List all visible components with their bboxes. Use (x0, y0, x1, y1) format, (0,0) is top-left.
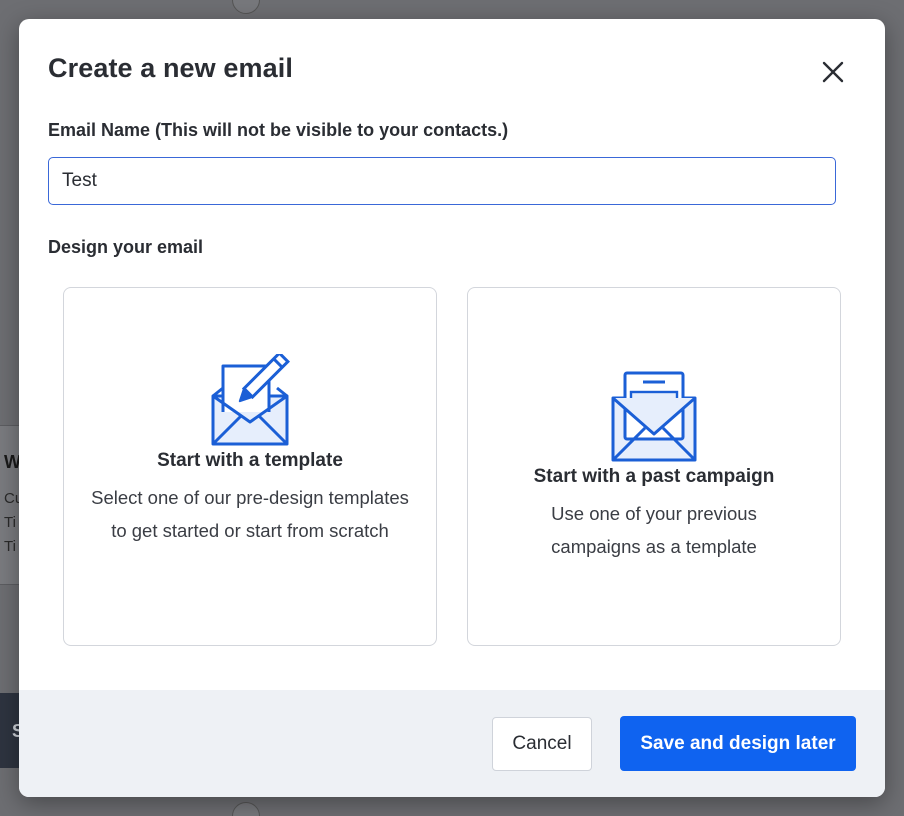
start-with-past-campaign-card[interactable]: Start with a past campaign Use one of yo… (467, 287, 841, 646)
email-name-input[interactable] (48, 157, 836, 205)
cancel-button[interactable]: Cancel (492, 717, 592, 771)
past-campaign-card-description: Use one of your previous campaigns as a … (551, 503, 757, 557)
modal-title: Create a new email (48, 53, 293, 83)
template-card-description: Select one of our pre-design templates t… (91, 487, 409, 541)
email-name-label: Email Name (This will not be visible to … (48, 120, 509, 140)
past-campaign-card-title: Start with a past campaign (533, 466, 775, 487)
template-card-title: Start with a template (157, 450, 343, 471)
background-card-line: Ti (4, 538, 16, 555)
design-email-label: Design your email (48, 237, 204, 257)
envelope-pencil-icon (211, 354, 290, 446)
background-connector-node (232, 802, 260, 816)
background-card-line: Ti (4, 514, 16, 531)
close-icon (822, 61, 844, 83)
background-connector-node (232, 0, 260, 14)
start-with-template-card[interactable]: Start with a template Select one of our … (63, 287, 437, 646)
save-and-design-later-button[interactable]: Save and design later (620, 716, 856, 771)
envelope-letter-icon (611, 371, 697, 462)
modal-footer: Cancel Save and design later (19, 690, 885, 797)
create-email-modal: Create a new email Email Name (This will… (19, 19, 885, 797)
close-button[interactable] (818, 57, 848, 87)
